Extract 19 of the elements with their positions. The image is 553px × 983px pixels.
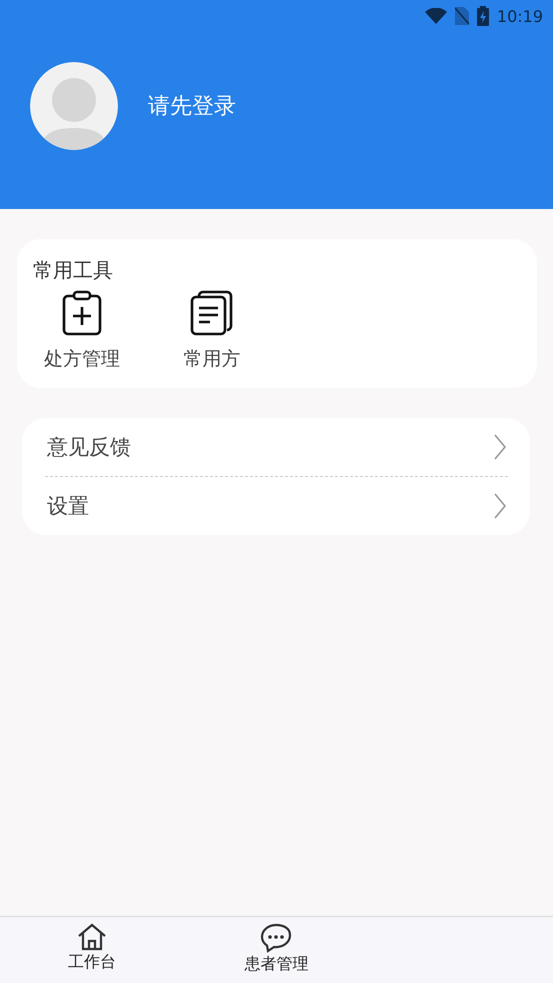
- tool-label[interactable]: 处方管理: [44, 346, 120, 372]
- chevron-right-icon: [494, 434, 506, 460]
- documents-icon: [189, 290, 235, 336]
- tool-label[interactable]: 常用方: [184, 346, 240, 372]
- avatar-icon: [30, 62, 118, 150]
- nav-tab[interactable]: 工作台: [68, 952, 116, 973]
- chevron-right-icon: [494, 493, 506, 519]
- menu-item[interactable]: 意见反馈: [47, 433, 131, 461]
- status-time: 10:19: [496, 6, 543, 26]
- home-icon: [77, 923, 108, 951]
- no-sim-icon: [454, 7, 469, 25]
- chat-icon: [260, 923, 292, 953]
- section-title: 常用工具: [32, 257, 114, 284]
- nav-tab[interactable]: 患者管理: [244, 954, 308, 975]
- battery-charging-icon: [476, 6, 489, 26]
- wifi-icon: [424, 8, 447, 24]
- menu-item[interactable]: 设置: [47, 492, 89, 520]
- login-prompt[interactable]: 请先登录: [148, 91, 236, 121]
- clipboard-plus-icon: [61, 290, 103, 336]
